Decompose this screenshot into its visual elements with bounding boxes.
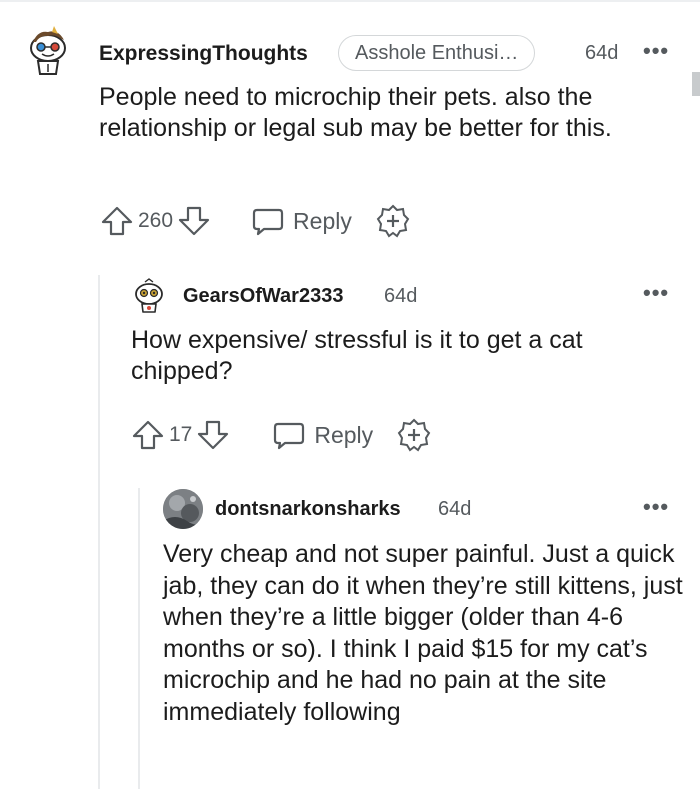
avatar[interactable]	[131, 278, 167, 314]
snoo-avatar-icon	[30, 26, 66, 75]
comment-age: 64d	[438, 498, 472, 520]
thread-line[interactable]	[98, 275, 100, 789]
comment-bubble-icon[interactable]	[251, 204, 285, 238]
avatar[interactable]	[163, 489, 203, 529]
comment-actions: 17 Reply	[131, 418, 431, 452]
reply-button[interactable]: Reply	[314, 422, 373, 449]
comment-author[interactable]: ExpressingThoughts	[99, 42, 308, 66]
reply-button[interactable]: Reply	[293, 208, 352, 235]
downvote-icon[interactable]	[177, 204, 211, 238]
comment-author[interactable]: GearsOfWar2333	[183, 285, 343, 308]
more-options-icon[interactable]: •••	[643, 38, 669, 64]
comment-author[interactable]: dontsnarkonsharks	[215, 498, 401, 521]
more-options-icon[interactable]: •••	[643, 494, 669, 520]
upvote-icon[interactable]	[131, 418, 165, 452]
comment-bubble-icon[interactable]	[272, 418, 306, 452]
top-divider	[0, 0, 700, 2]
avatar[interactable]	[24, 24, 72, 80]
comment-body: People need to microchip their pets. als…	[99, 83, 612, 142]
scrollbar-thumb[interactable]	[692, 72, 700, 96]
comment-actions: 260 Reply	[100, 204, 410, 238]
comment-body: How expensive/ stressful is it to get a …	[131, 326, 583, 385]
more-options-icon[interactable]: •••	[643, 280, 669, 306]
comment-age: 64d	[585, 42, 619, 64]
snoo-avatar-icon	[135, 278, 163, 313]
award-icon[interactable]	[376, 204, 410, 238]
downvote-icon[interactable]	[196, 418, 230, 452]
thread-line[interactable]	[138, 488, 140, 789]
photo-avatar-icon	[163, 489, 203, 529]
upvote-icon[interactable]	[100, 204, 134, 238]
comment-body: Very cheap and not super painful. Just a…	[163, 540, 683, 726]
vote-count: 260	[138, 209, 174, 232]
award-icon[interactable]	[397, 418, 431, 452]
user-flair: Asshole Enthusi…	[338, 35, 536, 71]
comment-age: 64d	[384, 285, 418, 307]
vote-count: 17	[169, 423, 193, 446]
